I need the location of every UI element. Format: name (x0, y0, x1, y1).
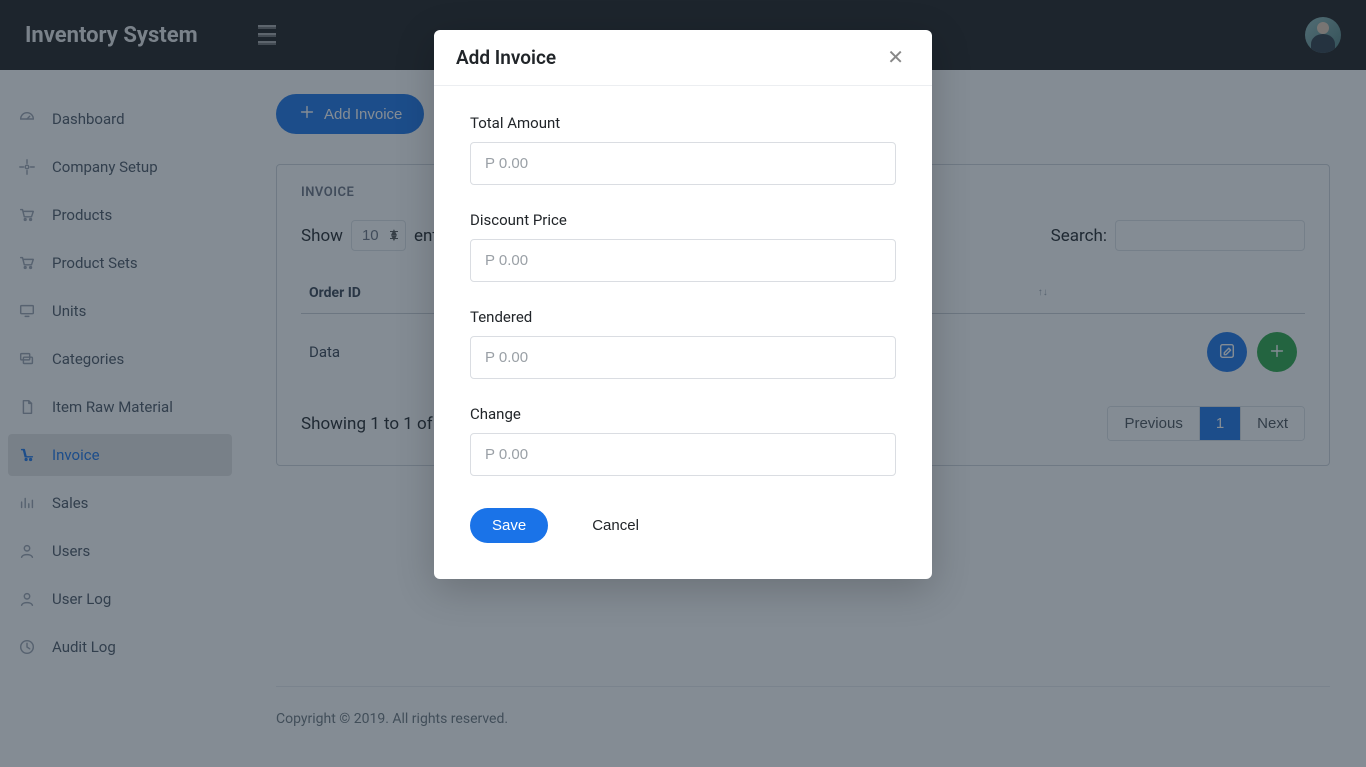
total-amount-input[interactable] (470, 142, 896, 185)
field-label: Tendered (470, 308, 896, 326)
field-tendered: Tendered (470, 308, 896, 379)
change-input[interactable] (470, 433, 896, 476)
modal-overlay[interactable]: Add Invoice ✕ Total Amount Discount Price… (0, 0, 1366, 767)
field-label: Discount Price (470, 211, 896, 229)
close-icon[interactable]: ✕ (881, 47, 910, 69)
save-button[interactable]: Save (470, 508, 548, 543)
field-label: Change (470, 405, 896, 423)
field-label: Total Amount (470, 114, 896, 132)
tendered-input[interactable] (470, 336, 896, 379)
discount-price-input[interactable] (470, 239, 896, 282)
field-change: Change (470, 405, 896, 476)
add-invoice-modal: Add Invoice ✕ Total Amount Discount Price… (434, 30, 932, 579)
field-total-amount: Total Amount (470, 114, 896, 185)
field-discount-price: Discount Price (470, 211, 896, 282)
modal-title: Add Invoice (456, 46, 556, 69)
cancel-button[interactable]: Cancel (570, 508, 661, 543)
